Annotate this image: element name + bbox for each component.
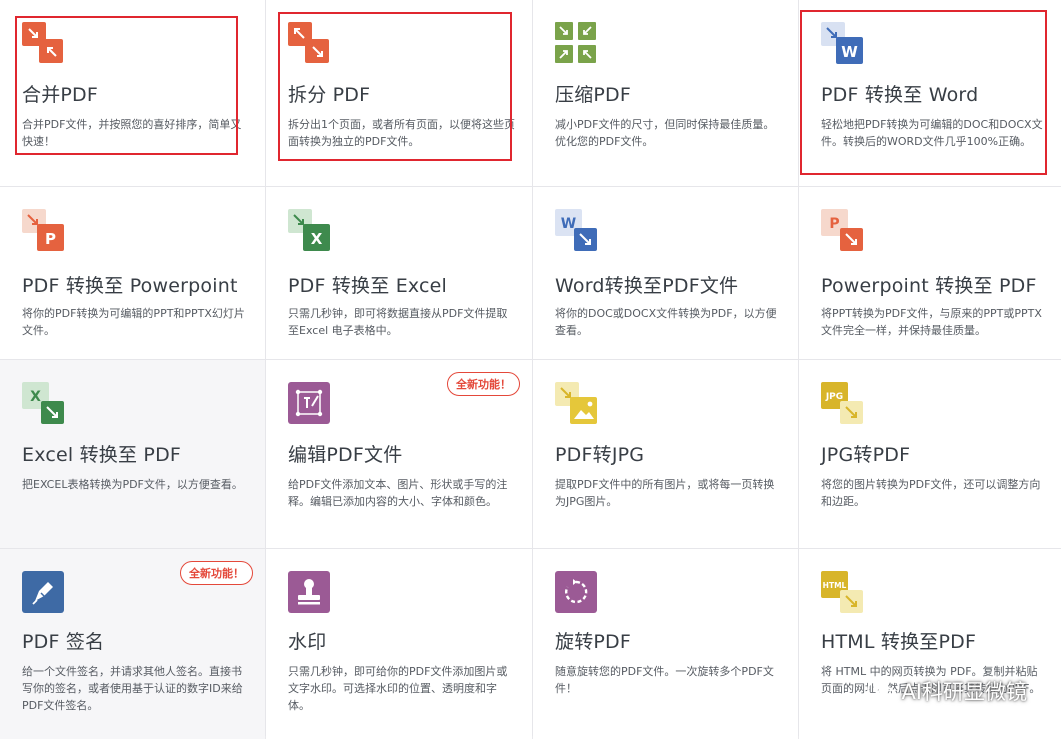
sign-pen-icon: [22, 571, 64, 613]
tool-description: 给一个文件签名，并请求其他人签名。直接书写你的签名，或者使用基于认证的数字ID来…: [22, 665, 243, 712]
tool-card-pdf-to-excel[interactable]: X PDF 转换至 Excel 只需几秒钟，即可将数据直接从PDF文件提取至Ex…: [266, 187, 532, 359]
tool-description: 减小PDF文件的尺寸，但同时保持最佳质量。优化您的PDF文件。: [555, 118, 775, 148]
wechat-logo-icon: [867, 680, 896, 702]
tool-title: Word转换至PDF文件: [555, 275, 739, 297]
merge-icon: [22, 22, 64, 64]
html-label: HTML: [823, 581, 847, 590]
tool-description: 只需几秒钟，即可将数据直接从PDF文件提取至Excel 电子表格中。: [288, 307, 508, 337]
tool-description: 将你的PDF转换为可编辑的PPT和PPTX幻灯片文件。: [22, 307, 245, 337]
edit-pdf-icon: [288, 382, 330, 424]
tool-description: 把EXCEL表格转换为PDF文件，以方便查看。: [22, 478, 243, 491]
tool-title: Powerpoint 转换至 PDF: [821, 275, 1037, 297]
compress-icon: [555, 22, 597, 64]
tool-title: 合并PDF: [22, 84, 99, 106]
tool-card-merge-pdf[interactable]: 合并PDF 合并PDF文件，并按照您的喜好排序，简单又快速！: [0, 0, 265, 186]
tool-title: 编辑PDF文件: [288, 444, 403, 466]
split-icon: [288, 22, 330, 64]
tool-title: 旋转PDF: [555, 631, 632, 653]
tool-description: 只需几秒钟，即可给你的PDF文件添加图片或文字水印。可选择水印的位置、透明度和字…: [288, 665, 508, 712]
tool-card-sign-pdf[interactable]: 全新功能！ PDF 签名 给一个文件签名，并请求其他人签名。直接书写你的签名，或…: [0, 549, 265, 739]
tool-title: HTML 转换至PDF: [821, 631, 977, 653]
tool-card-split-pdf[interactable]: 拆分 PDF 拆分出1个页面，或者所有页面，以便将这些页面转换为独立的PDF文件…: [266, 0, 532, 186]
tool-description: 随意旋转您的PDF文件。一次旋转多个PDF文件！: [555, 665, 774, 695]
tool-title: PDF转JPG: [555, 444, 645, 466]
tool-card-rotate-pdf[interactable]: 旋转PDF 随意旋转您的PDF文件。一次旋转多个PDF文件！: [533, 549, 798, 739]
tool-title: Excel 转换至 PDF: [22, 444, 182, 466]
tool-card-powerpoint-to-pdf[interactable]: P Powerpoint 转换至 PDF 将PPT转换为PDF文件，与原来的PP…: [799, 187, 1061, 359]
tool-title: PDF 转换至 Powerpoint: [22, 275, 238, 297]
tool-card-excel-to-pdf[interactable]: X Excel 转换至 PDF 把EXCEL表格转换为PDF文件，以方便查看。: [0, 360, 265, 548]
excel-to-pdf-icon: X: [22, 382, 64, 424]
powerpoint-to-pdf-icon: P: [821, 209, 863, 251]
html-to-pdf-icon: HTML: [821, 571, 863, 613]
tool-description: 将您的图片转换为PDF文件，还可以调整方向和边距。: [821, 478, 1041, 508]
pdf-to-excel-icon: X: [288, 209, 330, 251]
tool-card-html-to-pdf[interactable]: HTML HTML 转换至PDF 将 HTML 中的网页转换为 PDF。复制并粘…: [799, 549, 1061, 739]
tools-grid: 合并PDF 合并PDF文件，并按照您的喜好排序，简单又快速！ 拆分 PDF 拆分…: [0, 0, 1061, 739]
excel-letter: X: [30, 389, 41, 405]
word-letter: W: [561, 216, 576, 232]
pdf-to-powerpoint-icon: P: [22, 209, 64, 251]
pdf-to-word-icon: W: [821, 22, 863, 64]
powerpoint-letter: P: [45, 230, 56, 248]
rotate-icon: [555, 571, 597, 613]
tool-title: PDF 转换至 Word: [821, 84, 979, 106]
new-feature-badge: 全新功能！: [180, 561, 253, 585]
tool-title: PDF 转换至 Excel: [288, 275, 448, 297]
tool-description: 轻松地把PDF转换为可编辑的DOC和DOCX文件。转换后的WORD文件几乎100…: [821, 118, 1043, 148]
tool-description: 合并PDF文件，并按照您的喜好排序，简单又快速！: [22, 118, 242, 148]
tool-card-compress-pdf[interactable]: 压缩PDF 减小PDF文件的尺寸，但同时保持最佳质量。优化您的PDF文件。: [533, 0, 798, 186]
tool-description: 将PPT转换为PDF文件，与原来的PPT或PPTX文件完全一样，并保持最佳质量。: [821, 307, 1042, 337]
powerpoint-letter: P: [829, 216, 839, 232]
tool-card-pdf-to-word[interactable]: W PDF 转换至 Word 轻松地把PDF转换为可编辑的DOC和DOCX文件。…: [799, 0, 1061, 186]
tool-card-jpg-to-pdf[interactable]: JPG JPG转PDF 将您的图片转换为PDF文件，还可以调整方向和边距。: [799, 360, 1061, 548]
watermark: AI科研显微镜: [867, 676, 1027, 706]
tool-description: 给PDF文件添加文本、图片、形状或手写的注释。编辑已添加内容的大小、字体和颜色。: [288, 478, 508, 508]
tool-title: 拆分 PDF: [288, 84, 371, 106]
tool-card-watermark[interactable]: 水印 只需几秒钟，即可给你的PDF文件添加图片或文字水印。可选择水印的位置、透明…: [266, 549, 532, 739]
tool-card-pdf-to-powerpoint[interactable]: P PDF 转换至 Powerpoint 将你的PDF转换为可编辑的PPT和PP…: [0, 187, 265, 359]
jpg-to-pdf-icon: JPG: [821, 382, 863, 424]
tool-title: PDF 签名: [22, 631, 105, 653]
excel-letter: X: [311, 230, 323, 248]
watermark-text: AI科研显微镜: [901, 680, 1027, 704]
tool-title: 水印: [288, 631, 327, 653]
new-feature-badge: 全新功能！: [447, 372, 520, 396]
tool-card-word-to-pdf[interactable]: W Word转换至PDF文件 将你的DOC或DOCX文件转换为PDF，以方便查看…: [533, 187, 798, 359]
tool-description: 提取PDF文件中的所有图片，或将每一页转换为JPG图片。: [555, 478, 775, 508]
tool-card-pdf-to-jpg[interactable]: PDF转JPG 提取PDF文件中的所有图片，或将每一页转换为JPG图片。: [533, 360, 798, 548]
tool-title: 压缩PDF: [555, 84, 632, 106]
word-to-pdf-icon: W: [555, 209, 597, 251]
tool-title: JPG转PDF: [821, 444, 911, 466]
pdf-to-jpg-icon: [555, 382, 597, 424]
stamp-icon: [288, 571, 330, 613]
tool-card-edit-pdf[interactable]: 全新功能！ 编辑PDF文件 给PDF文件添加文本、图片、形状或手写的注释。编辑已…: [266, 360, 532, 548]
tool-description: 将你的DOC或DOCX文件转换为PDF，以方便查看。: [555, 307, 777, 337]
word-letter: W: [841, 43, 858, 61]
jpg-label: JPG: [825, 392, 843, 402]
tool-description: 拆分出1个页面，或者所有页面，以便将这些页面转换为独立的PDF文件。: [288, 118, 515, 148]
